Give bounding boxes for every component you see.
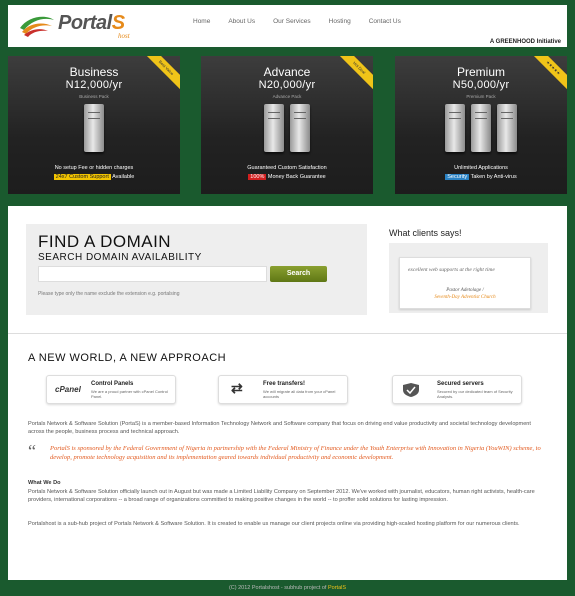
plan-name: Advance: [263, 65, 311, 79]
testimonial-panel: excellent web supports at the right time…: [389, 243, 548, 313]
plan-feature: Guaranteed Custom Satisfaction: [247, 165, 327, 171]
domain-title: FIND A DOMAIN: [38, 232, 172, 251]
what-we-do-paragraph: Portals Network & Software Solution offi…: [28, 489, 535, 503]
main-nav: Home About Us Our Services Hosting Conta…: [193, 18, 419, 25]
tagline: A GREENHOOD Initiative: [489, 39, 561, 45]
footer-link[interactable]: PortalS: [328, 585, 346, 591]
section-divider: [8, 333, 567, 334]
server-illustration: [395, 104, 567, 152]
plan-pack: Premium Pack: [466, 94, 496, 99]
testimonial-card: excellent web supports at the right time…: [399, 257, 531, 309]
feature-control-panels[interactable]: cPanel Control Panels We are a proud par…: [46, 375, 176, 404]
plans-section: Best Value Business N12,000/yr Business …: [8, 56, 567, 196]
server-illustration: [8, 104, 180, 152]
plan-name: Premium: [456, 65, 505, 79]
highlight-badge: 24x7 Custom Support: [53, 174, 111, 180]
transfer-icon: ⇄: [231, 380, 243, 396]
plan-pack: Business Pack: [79, 94, 109, 99]
quote-mark-icon: “: [28, 441, 36, 461]
server-icon: [445, 104, 465, 152]
server-icon: [84, 104, 104, 152]
server-icon: [471, 104, 491, 152]
what-we-do-heading: What We Do: [28, 480, 61, 486]
closing-paragraph: Portalshost is a sub-hub project of Port…: [28, 521, 520, 527]
plan-price: N20,000/yr: [258, 79, 316, 91]
server-icon: [264, 104, 284, 152]
plan-name: Business: [69, 65, 119, 79]
logo[interactable]: PortalS host: [18, 10, 158, 42]
testimonial-org: Seventh-Day Adventist Church: [434, 295, 496, 300]
nav-contact[interactable]: Contact Us: [369, 18, 401, 25]
plan-feature-2: 100% Money Back Guarantee: [248, 174, 326, 180]
testimonial-author: Pastor Adetolage /: [446, 288, 484, 293]
server-icon: [290, 104, 310, 152]
plan-price: N50,000/yr: [452, 79, 510, 91]
logo-text: PortalS: [58, 12, 125, 34]
domain-search-input[interactable]: [38, 266, 267, 282]
nav-about[interactable]: About Us: [228, 18, 255, 25]
quote-text: PortalS is sponsored by the Federal Gove…: [50, 445, 541, 461]
shield-icon: [403, 383, 419, 397]
feature-title: Control Panels: [91, 381, 134, 387]
plan-feature: Unlimited Applications: [454, 165, 508, 171]
feature-desc: We will migrate all data from your cPane…: [263, 389, 336, 399]
plan-pack: Advance Pack: [272, 94, 302, 99]
plan-business[interactable]: Best Value Business N12,000/yr Business …: [8, 56, 180, 194]
highlight-badge: Security: [445, 174, 470, 180]
feature-secured-servers[interactable]: Secured servers Secured by our dedicated…: [392, 375, 522, 404]
features-row: cPanel Control Panels We are a proud par…: [8, 375, 567, 405]
feature-desc: Secured by our dedicated team of Securit…: [437, 389, 513, 399]
site-footer: (C) 2012 Portalshost - subhub project of…: [0, 585, 575, 591]
site-header: PortalS host Home About Us Our Services …: [8, 5, 567, 47]
feature-free-transfers[interactable]: ⇄ Free transfers! We will migrate all da…: [218, 375, 348, 404]
feature-title: Secured servers: [437, 381, 484, 387]
server-icon: [497, 104, 517, 152]
nav-hosting[interactable]: Hosting: [329, 18, 351, 25]
domain-search-panel: FIND A DOMAIN SEARCH DOMAIN AVAILABILITY…: [26, 224, 367, 315]
feature-desc: We are a proud partner with cPanel Contr…: [91, 389, 168, 399]
logo-swoosh-icon: [20, 16, 54, 37]
approach-title: A NEW WORLD, A NEW APPROACH: [28, 352, 227, 364]
plan-feature-2: 24x7 Custom Support Available: [53, 174, 135, 180]
logo-subtext: host: [118, 32, 130, 40]
plan-feature-2: Security Taken by Anti-virus: [445, 174, 517, 180]
plan-advance[interactable]: Hot Deal Advance N20,000/yr Advance Pack…: [201, 56, 373, 194]
server-illustration: [201, 104, 373, 152]
intro-paragraph: Portals Network & Software Solution (Por…: [28, 421, 531, 435]
plan-price: N12,000/yr: [65, 79, 123, 91]
plan-premium[interactable]: ★★★★★ Premium N50,000/yr Premium Pack Un…: [395, 56, 567, 194]
main-content: FIND A DOMAIN SEARCH DOMAIN AVAILABILITY…: [8, 206, 567, 580]
domain-subtitle: SEARCH DOMAIN AVAILABILITY: [38, 252, 202, 263]
nav-services[interactable]: Our Services: [273, 18, 311, 25]
nav-home[interactable]: Home: [193, 18, 210, 25]
search-button[interactable]: Search: [270, 266, 327, 282]
plan-feature: No setup Fee or hidden charges: [54, 165, 134, 171]
clients-title: What clients says!: [389, 228, 462, 238]
cpanel-icon: cPanel: [55, 385, 81, 394]
domain-hint: Please type only the name exclude the ex…: [38, 291, 180, 297]
feature-title: Free transfers!: [263, 381, 306, 387]
highlight-badge: 100%: [248, 174, 267, 180]
testimonial-text: excellent web supports at the right time: [408, 267, 495, 273]
footer-text: (C) 2012 Portalshost - subhub project of: [228, 585, 327, 591]
